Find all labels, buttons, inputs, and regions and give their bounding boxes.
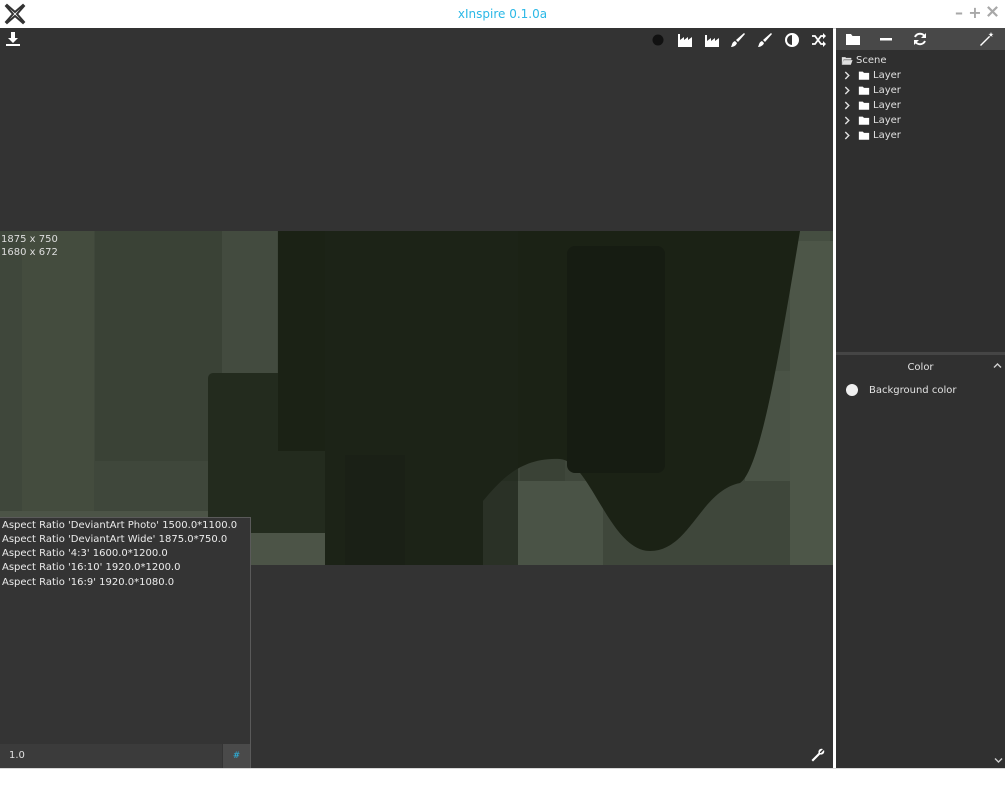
factory-alt-button[interactable] [703,31,721,49]
scroll-down-icon[interactable] [994,757,1003,764]
tree-item-layer[interactable]: Layer [844,128,901,142]
brush-alt-button[interactable] [756,31,774,49]
tree-item-layer[interactable]: Layer [844,98,901,112]
folder-icon [858,86,870,95]
tree-item-layer[interactable]: Layer [844,68,901,82]
size-label-secondary: 1680 x 672 [1,247,58,258]
chevron-right-icon [844,86,850,94]
factory-alt-icon [705,35,719,47]
magic-wand-icon [980,32,994,46]
download-icon [6,32,20,46]
background-color-swatch[interactable] [846,384,858,396]
collapse-chevron-icon[interactable] [993,362,1002,369]
folder-icon [858,71,870,80]
brush-alt-icon [758,33,772,47]
aspect-option[interactable]: Aspect Ratio '16:10' 1920.0*1200.0 [2,562,180,573]
folder-open-icon [841,56,853,65]
shuffle-icon [812,33,826,47]
refresh-icon [914,32,926,46]
close-icon [986,6,998,17]
tree-item-label: Layer [873,129,901,141]
dot-icon [652,34,664,46]
open-folder-button[interactable] [844,30,862,48]
scale-input[interactable]: 1.0 [0,744,222,768]
tree-item-label: Layer [873,99,901,111]
background-color-row[interactable]: Background color [846,384,956,396]
tree-root-label: Scene [856,54,887,66]
tree-item-layer[interactable]: Layer [844,83,901,97]
render-stage[interactable]: 1875 x 750 1680 x 672 [0,231,833,565]
scene-tree: Scene Layer Layer Layer Layer Layer [836,50,1005,351]
folder-icon [846,34,860,45]
download-button[interactable] [4,30,22,48]
shuffle-button[interactable] [810,31,828,49]
folder-icon [858,131,870,140]
aspect-option[interactable]: Aspect Ratio '4:3' 1600.0*1200.0 [2,548,168,559]
tree-item-layer[interactable]: Layer [844,113,901,127]
right-panel: Scene Layer Layer Layer Layer Layer Colo… [836,28,1005,768]
contrast-button[interactable] [783,31,801,49]
chevron-right-icon [844,71,850,79]
contrast-icon [785,33,799,47]
magic-wand-button[interactable] [978,30,996,48]
brush-button[interactable] [729,31,747,49]
tree-root-scene[interactable]: Scene [841,53,887,67]
dot-button[interactable] [649,31,667,49]
close-button[interactable] [985,5,999,21]
wrench-icon [811,748,825,762]
tree-item-label: Layer [873,69,901,81]
hash-button[interactable]: # [223,744,250,768]
aspect-option[interactable]: Aspect Ratio 'DeviantArt Photo' 1500.0*1… [2,520,237,531]
refresh-button[interactable] [911,30,929,48]
tree-item-label: Layer [873,114,901,126]
status-bar [0,768,1005,796]
chevron-right-icon [844,116,850,124]
panel-divider[interactable] [836,352,1005,355]
factory-button[interactable] [676,31,694,49]
minus-icon [880,38,892,41]
size-label-primary: 1875 x 750 [1,234,58,245]
factory-icon [678,34,692,47]
aspect-option[interactable]: Aspect Ratio '16:9' 1920.0*1080.0 [2,577,174,588]
title-bar: xInspire 0.1.0a – + [0,0,1005,29]
folder-icon [858,101,870,110]
background-color-label: Background color [869,384,957,396]
generated-artwork [0,231,833,565]
settings-button[interactable] [809,746,827,764]
tree-item-label: Layer [873,84,901,96]
chevron-right-icon [844,101,850,109]
scene-toolbar [836,28,1005,50]
window-title: xInspire 0.1.0a [457,7,548,21]
minimize-button[interactable]: – [952,5,966,21]
maximize-button[interactable]: + [968,5,982,21]
color-section-title: Color [907,362,934,373]
brush-icon [731,33,745,47]
aspect-option[interactable]: Aspect Ratio 'DeviantArt Wide' 1875.0*75… [2,534,227,545]
folder-icon [858,116,870,125]
aspect-ratio-panel: Aspect Ratio 'DeviantArt Photo' 1500.0*1… [0,517,251,769]
remove-button[interactable] [877,30,895,48]
chevron-right-icon [844,131,850,139]
